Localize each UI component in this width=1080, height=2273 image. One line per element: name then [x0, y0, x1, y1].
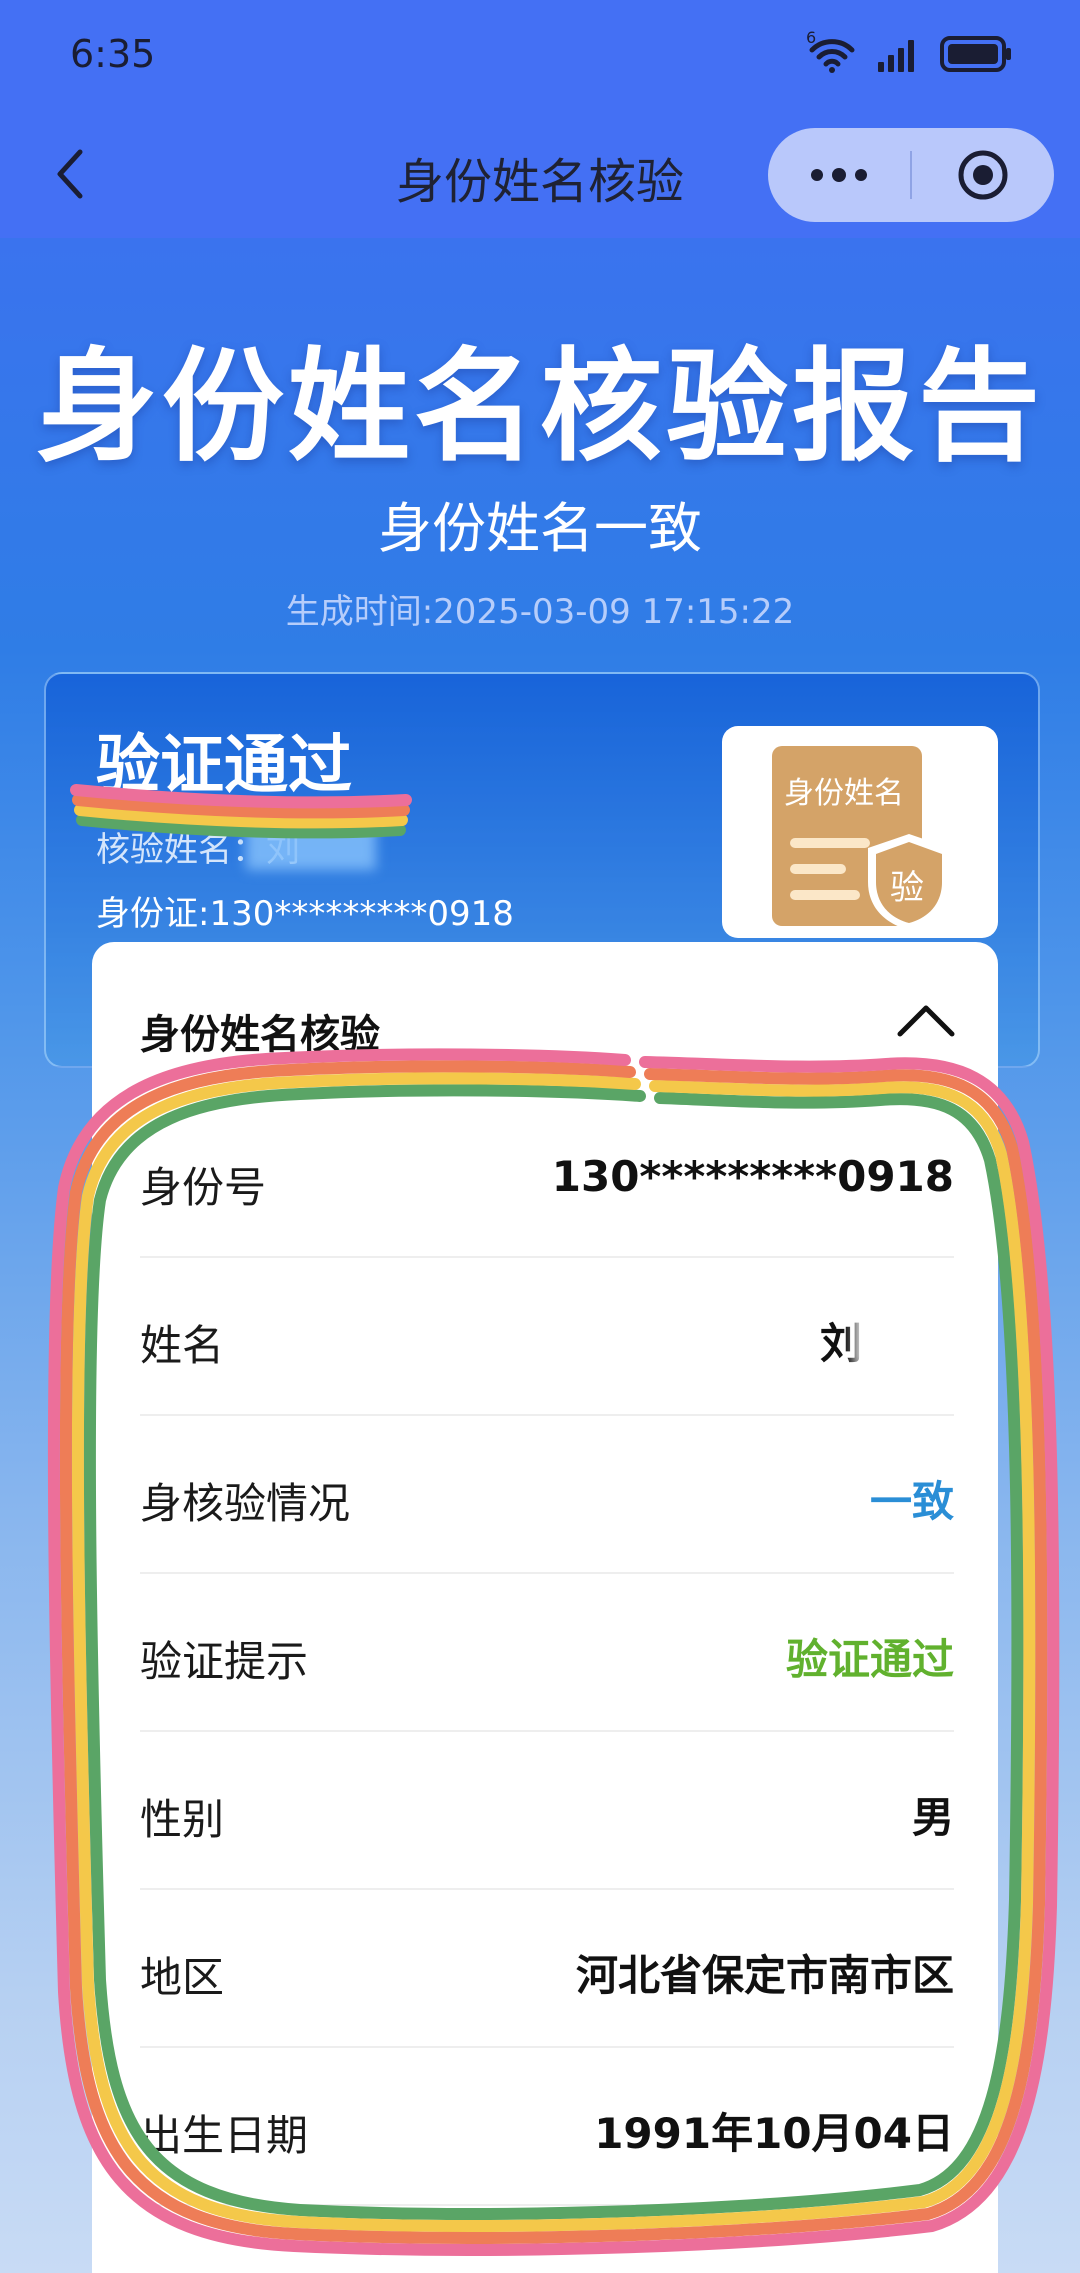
row-value: 一致 [869, 1477, 954, 1526]
name-redaction [854, 1302, 954, 1368]
row-gender: 性别 男 [140, 1730, 954, 1890]
row-label: 地区 [140, 1953, 225, 2002]
row-value: 男 [911, 1793, 954, 1842]
row-name: 姓名 刘 [140, 1256, 954, 1416]
mini-program-capsule [768, 128, 1054, 222]
row-region: 地区 河北省保定市南市区 [140, 1888, 954, 2048]
network-type-label: 6 [806, 28, 817, 47]
status-time: 6:35 [70, 32, 156, 76]
badge-line [790, 890, 860, 900]
row-label: 验证提示 [140, 1637, 309, 1686]
row-label: 身份号 [140, 1163, 267, 1212]
row-verification-hint: 验证提示 验证通过 [140, 1572, 954, 1732]
badge-line [790, 838, 870, 848]
report-title: 身份姓名核验报告 [36, 336, 1044, 478]
row-value: 河北省保定市南市区 [575, 1951, 954, 2000]
row-label: 姓名 [140, 1321, 225, 1370]
generated-time: 生成时间:2025-03-09 17:15:22 [285, 592, 795, 632]
status-bar: 6:35 6 [0, 0, 1080, 112]
row-birth-date: 出生日期 1991年10月04日 [140, 2046, 954, 2206]
more-dots-icon [811, 168, 867, 182]
row-value: 130*********0918 [551, 1152, 954, 1201]
row-label: 性别 [140, 1795, 225, 1844]
status-icons: 6 [806, 28, 1014, 78]
collapse-button[interactable] [894, 998, 958, 1042]
row-label: 出生日期 [140, 2111, 309, 2160]
verification-badge: 身份姓名 验 [722, 726, 998, 938]
badge-line [790, 864, 846, 874]
seal-text: 验 [890, 868, 924, 908]
row-label: 身核验情况 [140, 1479, 351, 1528]
badge-text: 身份姓名 [784, 776, 904, 811]
nav-bar: 身份姓名核验 [0, 112, 1080, 238]
row-value: 验证通过 [785, 1635, 954, 1684]
row-id-number: 身份号 130*********0918 [140, 1098, 954, 1258]
id-number-line: 身份证:130*********0918 [96, 894, 514, 934]
close-mini-program-button[interactable] [912, 128, 1054, 222]
detail-header: 身份姓名核验 [140, 1012, 380, 1058]
more-button[interactable] [768, 128, 910, 222]
target-icon [958, 150, 1008, 200]
row-verification-status: 身核验情况 一致 [140, 1414, 954, 1574]
wifi-icon: 6 [806, 28, 858, 74]
name-redaction [246, 816, 376, 870]
detail-card: 身份姓名核验 身份号 130*********0918 姓名 刘 身核验情况 一… [92, 942, 998, 2273]
report-subtitle: 身份姓名一致 [378, 497, 702, 560]
row-value: 1991年10月04日 [594, 2109, 954, 2158]
shield-icon: 验 [862, 830, 956, 938]
signal-icon [878, 40, 914, 72]
chevron-up-icon [897, 1005, 955, 1037]
battery-icon [940, 36, 1011, 72]
result-status: 验证通过 [96, 729, 352, 803]
